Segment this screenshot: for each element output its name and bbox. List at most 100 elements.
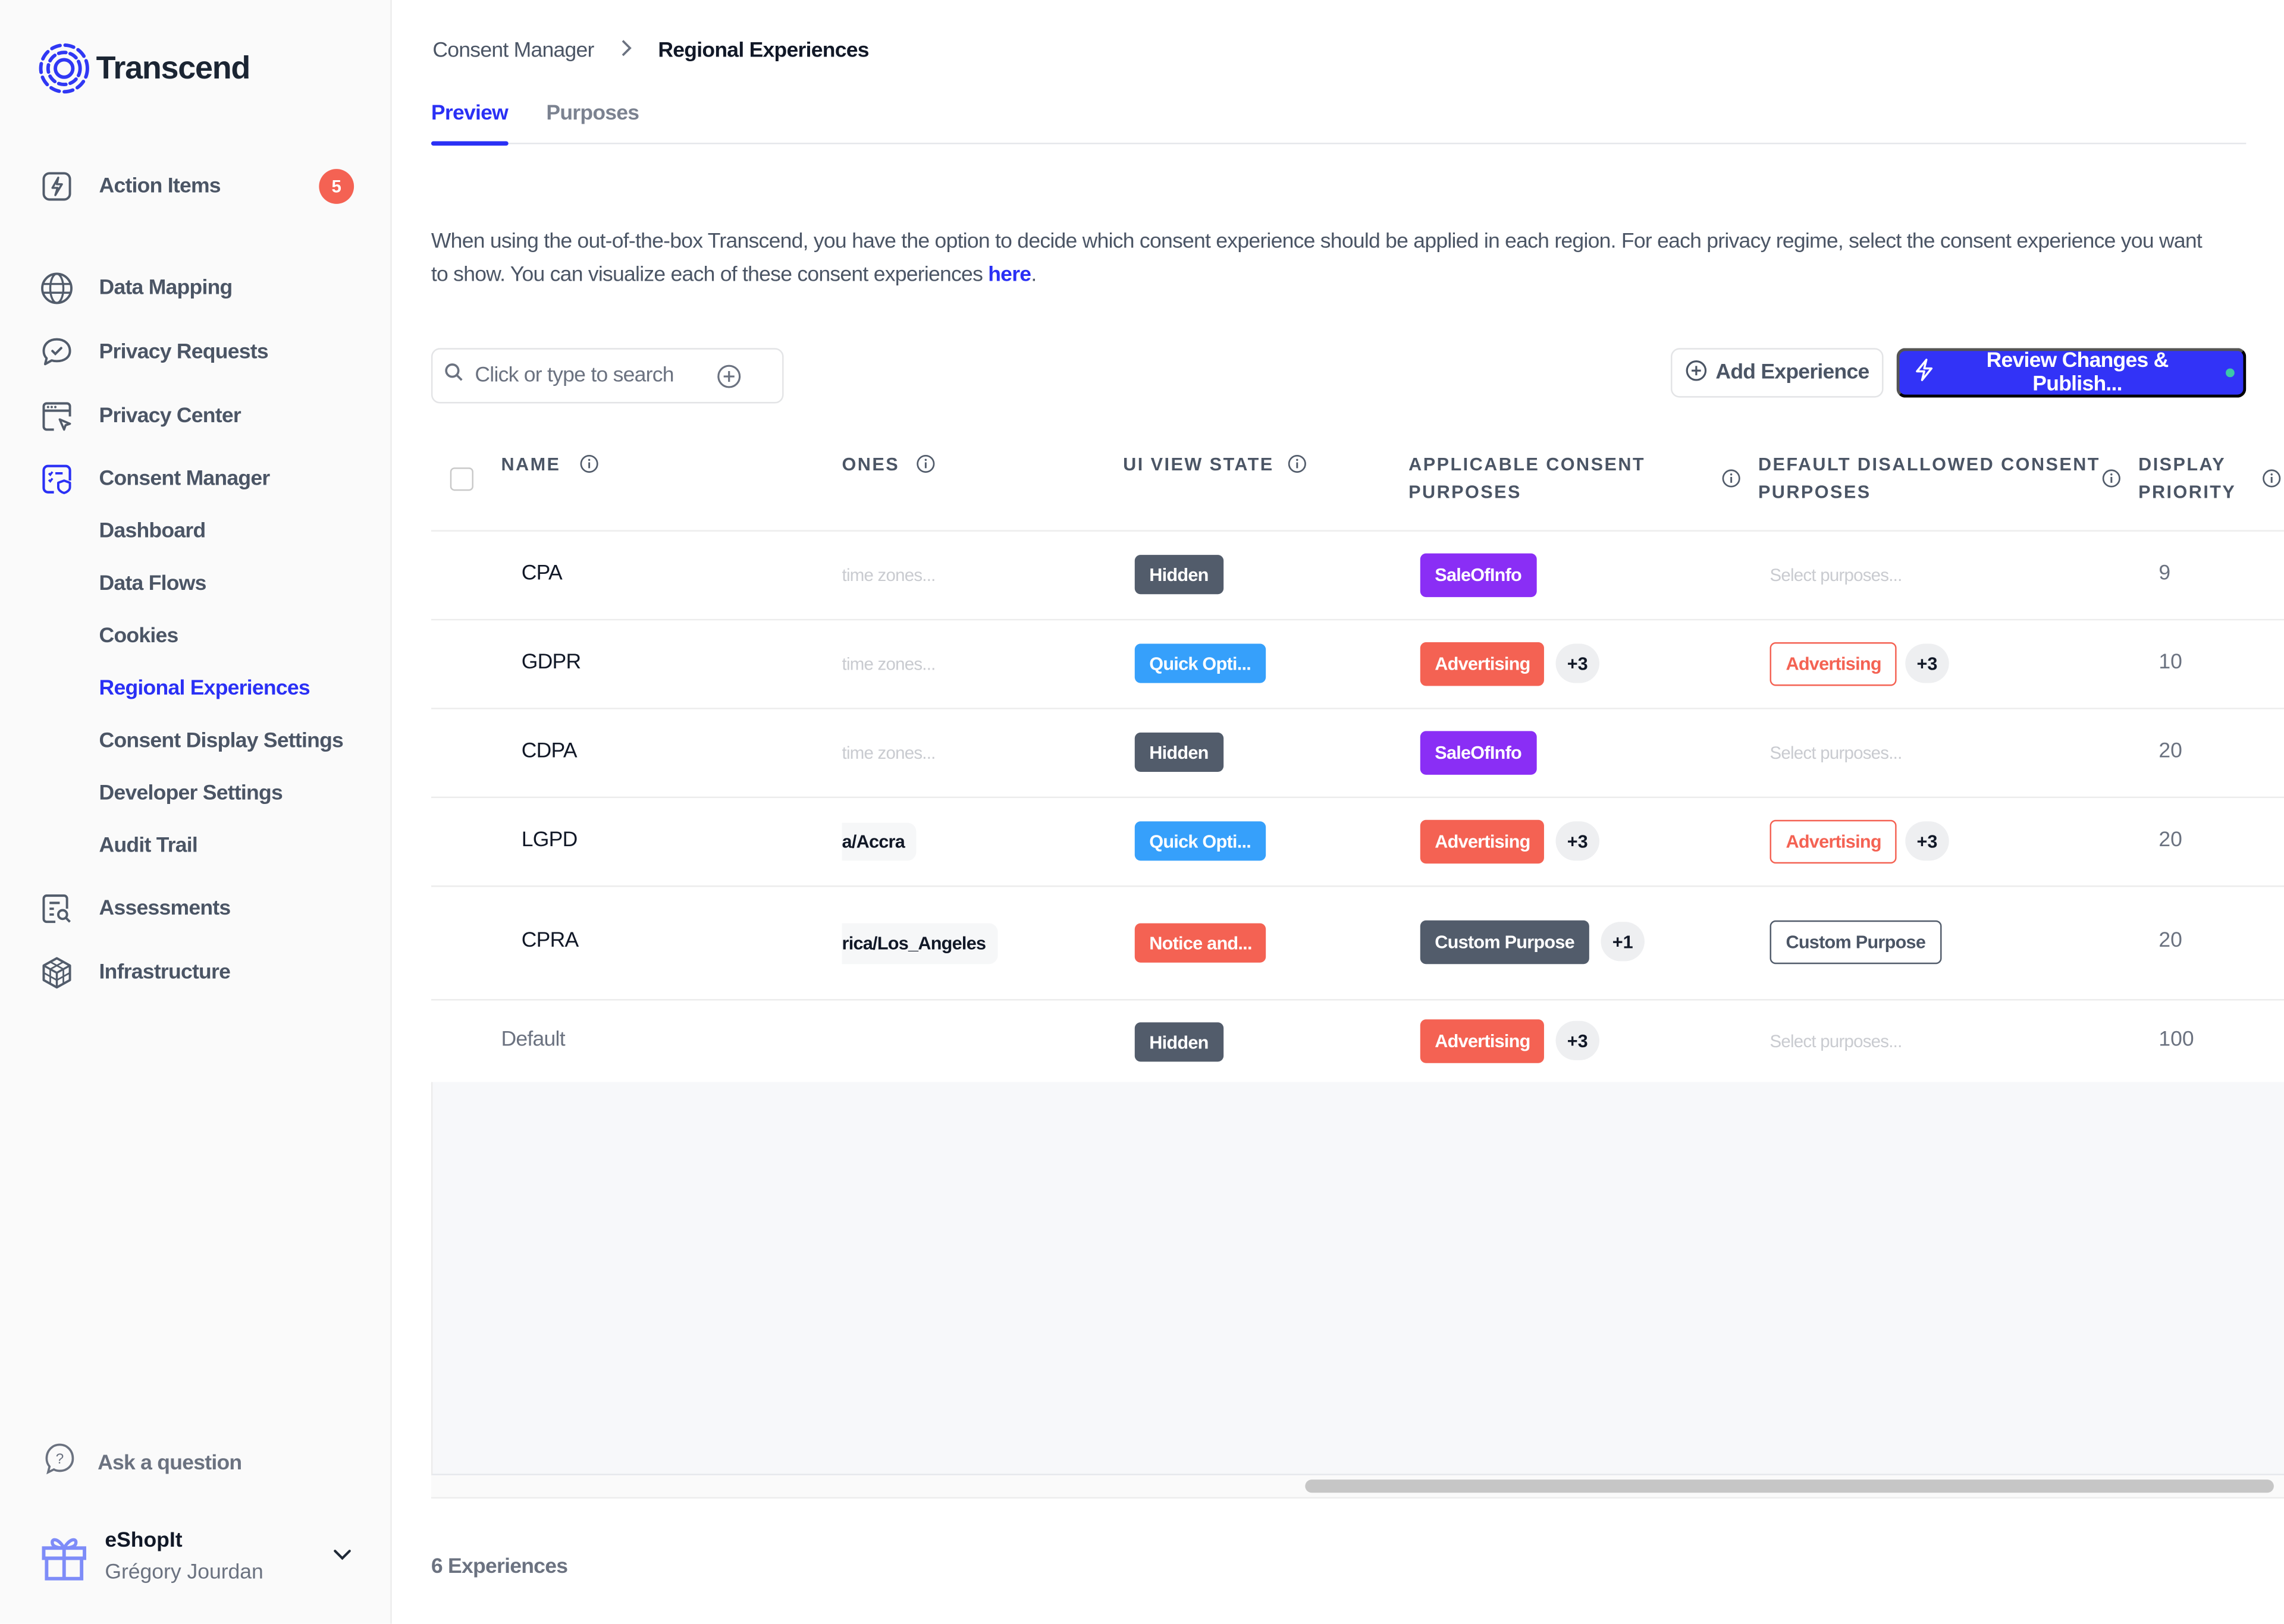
sidebar-item-consent-manager[interactable]: Consent Manager [38, 461, 270, 497]
experience-name[interactable]: CDPA [522, 740, 578, 763]
question-bubble-icon: ? [42, 1442, 77, 1484]
experience-name[interactable]: GDPR [522, 651, 581, 674]
sidebar-subitem-cookies[interactable]: Cookies [99, 625, 179, 648]
logo[interactable]: Transcend [38, 42, 250, 95]
scrollbar-thumb[interactable] [1305, 1479, 2274, 1493]
chevron-down-icon[interactable] [332, 1544, 352, 1570]
sidebar-item-action-items[interactable]: Action Items [38, 169, 221, 204]
info-icon[interactable] [916, 454, 935, 480]
table-row[interactable]: CPRA rica/Los_Angeles Notice and... Cust… [431, 887, 2284, 1001]
sidebar-subitem-regional-experiences[interactable]: Regional Experiences [99, 677, 310, 701]
disallowed-purposes-placeholder[interactable]: Select purposes... [1770, 743, 1903, 763]
info-icon[interactable] [1722, 469, 1741, 495]
applicable-purpose-chip[interactable]: SaleOfInfo [1420, 553, 1536, 598]
select-all-checkbox[interactable] [450, 467, 473, 491]
chevron-right-icon [620, 39, 632, 62]
view-state-badge[interactable]: Notice and... [1134, 923, 1267, 963]
add-experience-button[interactable]: Add Experience [1671, 348, 1884, 398]
sidebar-subitem-developer-settings[interactable]: Developer Settings [99, 782, 283, 805]
more-purposes-count[interactable]: +3 [1555, 821, 1600, 861]
header-zones[interactable]: ONES [842, 451, 900, 479]
view-state-badge[interactable]: Quick Opti... [1134, 821, 1266, 861]
ask-a-question-link[interactable]: ? Ask a question [42, 1442, 242, 1484]
time-zones-placeholder[interactable]: time zones... [842, 565, 936, 585]
breadcrumb-current: Regional Experiences [658, 39, 869, 63]
info-icon[interactable] [2102, 469, 2121, 495]
disallowed-purposes-placeholder[interactable]: Select purposes... [1770, 1031, 1903, 1051]
sidebar-item-data-mapping[interactable]: Data Mapping [38, 271, 233, 306]
info-icon[interactable] [1288, 454, 1307, 480]
header-display-priority[interactable]: DISPLAY PRIORITY [2138, 451, 2236, 507]
here-link[interactable]: here [988, 263, 1031, 286]
header-line-2: PURPOSES [1408, 482, 1521, 502]
disallowed-purposes-placeholder[interactable]: Select purposes... [1770, 565, 1903, 585]
view-state-badge[interactable]: Hidden [1134, 732, 1223, 772]
sidebar-item-assessments[interactable]: Assessments [38, 891, 231, 926]
time-zone-chip[interactable]: a/Accra [842, 822, 917, 861]
more-purposes-count[interactable]: +1 [1601, 922, 1645, 962]
tab-preview[interactable]: Preview [431, 102, 509, 125]
table-row[interactable]: LGPD a/Accra Quick Opti... Advertising +… [431, 798, 2284, 887]
more-purposes-count[interactable]: +3 [1905, 643, 1949, 683]
sidebar-item-privacy-requests[interactable]: Privacy Requests [38, 335, 269, 370]
sidebar-subitem-audit-trail[interactable]: Audit Trail [99, 834, 198, 857]
table-row[interactable]: CDPA time zones... Hidden SaleOfInfo Sel… [431, 709, 2284, 799]
time-zones-placeholder[interactable]: time zones... [842, 654, 936, 674]
applicable-purpose-chip[interactable]: Advertising [1420, 819, 1545, 864]
experience-name[interactable]: CPRA [522, 929, 579, 952]
view-state-badge[interactable]: Quick Opti... [1134, 643, 1266, 683]
add-filter-icon[interactable] [717, 364, 742, 396]
table-row[interactable]: CPA time zones... Hidden SaleOfInfo Sele… [431, 532, 2284, 621]
applicable-purpose-chip[interactable]: SaleOfInfo [1420, 731, 1536, 775]
org-switcher[interactable]: eShopIt Grégory Jourdan [41, 1526, 362, 1591]
experience-name[interactable]: Default [501, 1028, 565, 1051]
disallowed-purpose-chip[interactable]: Custom Purpose [1770, 920, 1942, 965]
sidebar-item-privacy-center[interactable]: Privacy Center [38, 399, 241, 434]
header-applicable-purposes[interactable]: APPLICABLE CONSENT PURPOSES [1408, 451, 1645, 507]
header-name[interactable]: NAME [501, 451, 560, 479]
display-priority[interactable]: 10 [2158, 651, 2182, 674]
review-publish-button[interactable]: Review Changes & Publish... [1896, 348, 2247, 398]
view-state-badge[interactable]: Hidden [1134, 555, 1223, 595]
sidebar-subitem-consent-display-settings[interactable]: Consent Display Settings [99, 730, 344, 753]
info-icon[interactable] [2262, 469, 2281, 495]
display-priority[interactable]: 20 [2158, 828, 2182, 852]
table-row[interactable]: Default Hidden Advertising +3 Select pur… [431, 1000, 2284, 1085]
header-disallowed-purposes[interactable]: DEFAULT DISALLOWED CONSENT PURPOSES [1758, 451, 2100, 507]
display-priority[interactable]: 9 [2158, 562, 2170, 585]
search-input[interactable] [472, 362, 711, 389]
display-priority[interactable]: 20 [2158, 740, 2182, 763]
disallowed-purpose-chip[interactable]: Advertising [1770, 819, 1897, 864]
search-box[interactable] [431, 348, 784, 404]
tab-purposes[interactable]: Purposes [546, 102, 639, 125]
tab-label: Preview [431, 102, 509, 125]
time-zone-chip[interactable]: rica/Los_Angeles [842, 923, 997, 965]
display-priority[interactable]: 100 [2158, 1028, 2194, 1051]
applicable-purpose-chip[interactable]: Custom Purpose [1420, 920, 1589, 965]
tab-label: Purposes [546, 102, 639, 125]
applicable-purpose-chip[interactable]: Advertising [1420, 642, 1545, 686]
sidebar-subitem-data-flows[interactable]: Data Flows [99, 572, 207, 595]
display-priority[interactable]: 20 [2158, 929, 2182, 952]
more-purposes-count[interactable]: +3 [1905, 821, 1949, 861]
description-text: When using the out-of-the-box Transcend,… [431, 229, 2203, 287]
disallowed-purpose-chip[interactable]: Advertising [1770, 642, 1897, 686]
more-purposes-count[interactable]: +3 [1555, 1020, 1600, 1060]
search-icon [444, 363, 463, 389]
experience-name[interactable]: CPA [522, 562, 563, 585]
applicable-purpose-chip[interactable]: Advertising [1420, 1019, 1545, 1063]
info-icon[interactable] [580, 454, 599, 480]
breadcrumb-consent-manager[interactable]: Consent Manager [432, 39, 594, 62]
experience-name[interactable]: LGPD [522, 828, 578, 852]
org-name: eShopIt [105, 1529, 183, 1553]
sidebar-subitem-dashboard[interactable]: Dashboard [99, 520, 206, 543]
header-ui-view-state[interactable]: UI VIEW STATE [1123, 451, 1274, 479]
time-zones-placeholder[interactable]: time zones... [842, 743, 936, 763]
more-purposes-count[interactable]: +3 [1555, 643, 1600, 683]
sidebar-item-infrastructure[interactable]: Infrastructure [38, 956, 231, 991]
transcend-logo-icon [39, 43, 89, 94]
horizontal-scrollbar[interactable] [431, 1475, 2284, 1499]
view-state-badge[interactable]: Hidden [1134, 1022, 1223, 1062]
table-header: NAME ONES UI VIEW STATE APPLICABLE CONSE… [431, 428, 2284, 532]
table-row[interactable]: GDPR time zones... Quick Opti... Adverti… [431, 620, 2284, 709]
